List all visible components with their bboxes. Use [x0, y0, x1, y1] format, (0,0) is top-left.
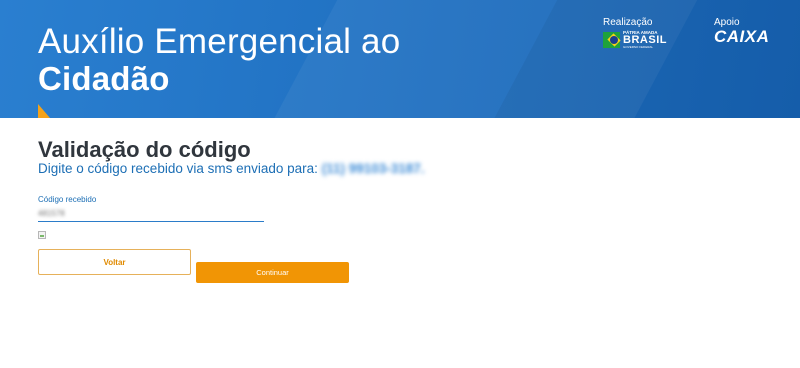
patria-amada-brasil-logo: PÁTRIA AMADA BRASIL GOVERNO FEDERAL [603, 30, 667, 50]
app-title-line2: Cidadão [38, 60, 170, 97]
header-banner: Auxílio Emergencial ao Cidadão Realizaçã… [0, 0, 800, 118]
back-button[interactable]: Voltar [38, 249, 191, 275]
corner-triangle-icon [38, 104, 50, 118]
subtitle-text: Digite o código recebido via sms enviado… [38, 161, 318, 176]
brazil-flag-icon [603, 32, 621, 48]
phone-number: (11) 99103-3187. [321, 161, 425, 176]
page-title: Validação do código [38, 137, 251, 162]
broken-image-icon [38, 231, 46, 239]
code-input-value: 481578 [38, 209, 65, 218]
brasil-logo-line3: GOVERNO FEDERAL [623, 45, 654, 50]
app-title-line1: Auxílio Emergencial ao [38, 22, 401, 61]
page-subtitle: Digite o código recebido via sms enviado… [38, 161, 425, 176]
code-field-label: Código recebido [38, 195, 97, 204]
continue-button[interactable]: Continuar [196, 262, 349, 283]
code-input[interactable] [38, 206, 264, 222]
caixa-logo: CAIXA [714, 27, 770, 46]
realizacao-label: Realização [603, 17, 653, 28]
